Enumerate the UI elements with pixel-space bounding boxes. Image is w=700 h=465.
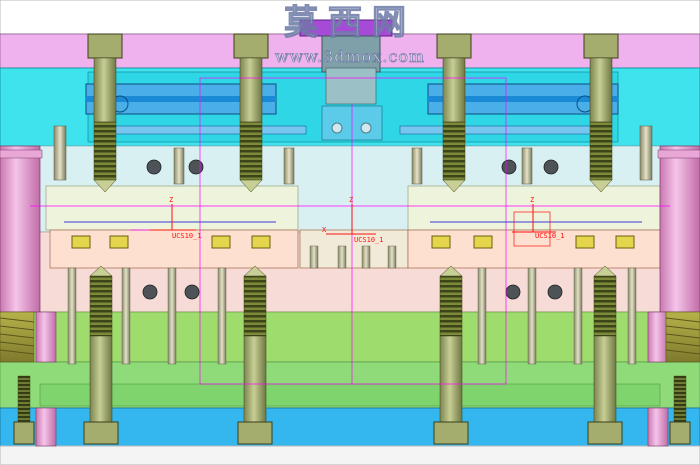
- right-hydraulic-cylinder: [399, 83, 619, 135]
- sprue-bushing-head: [325, 67, 377, 105]
- part-label-left: UCS10_1: [172, 232, 202, 240]
- guide-bushing-right: [639, 125, 653, 181]
- bottom-border: [0, 445, 700, 465]
- part-label-right: UCS10_1: [535, 232, 565, 240]
- manifold-plug-right: [360, 122, 372, 134]
- mold-cross-section: Z Z Z X UCS10_1 UCS10_1 UCS10_1 莫西网 www.…: [0, 0, 700, 465]
- watermark-url: www.3dmox.com: [275, 47, 425, 66]
- axis-letter-left: Z: [169, 196, 173, 204]
- watermark-title: 莫西网: [284, 3, 416, 43]
- part-label-center: UCS10_1: [354, 236, 384, 244]
- mold-assembly-drawing: Z Z Z X UCS10_1 UCS10_1 UCS10_1 莫西网 www.…: [0, 0, 700, 465]
- axis-letter-right: Z: [530, 196, 534, 204]
- right-slide-housing: [407, 185, 661, 231]
- ejector-retainer: [39, 383, 661, 407]
- axis-letter-center: Z: [349, 196, 353, 204]
- left-hydraulic-cylinder: [85, 83, 307, 135]
- manifold-plug-left: [331, 122, 343, 134]
- guide-bushing-left: [53, 125, 67, 181]
